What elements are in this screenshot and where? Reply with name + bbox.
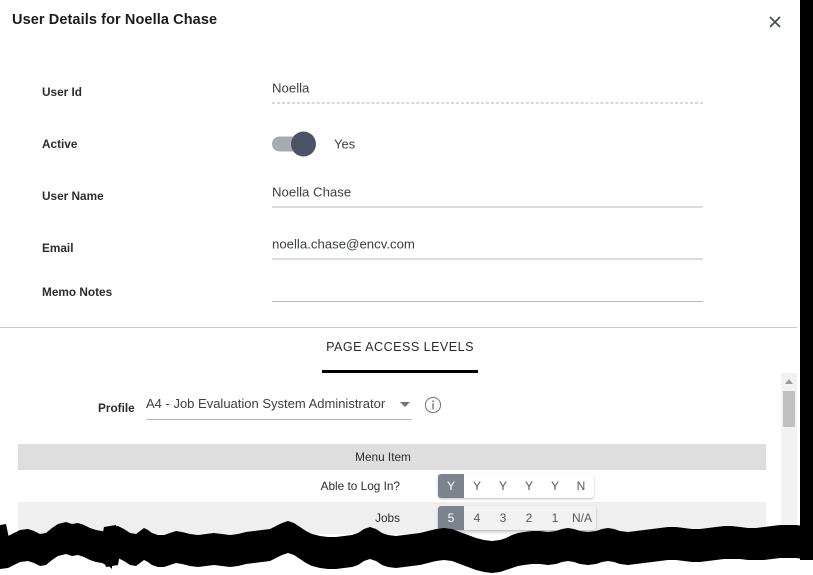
segment-option[interactable]: 3 [490,506,516,530]
tab-bar: PAGE ACCESS LEVELS [322,338,478,366]
segment-option[interactable]: 1 [542,506,568,530]
form-row-active: Active Yes [0,118,800,170]
memo-notes-value [272,282,703,302]
scroll-up-arrow-icon[interactable] [785,379,793,384]
segment-option[interactable]: Y [516,474,542,498]
segment-option[interactable]: N [568,474,594,498]
segment-option[interactable]: Y [464,474,490,498]
user-name-field[interactable]: Noella Chase [272,185,703,208]
active-toggle-wrap: Yes [272,131,356,157]
segment-option[interactable]: Y [438,474,464,498]
info-icon[interactable] [424,396,442,414]
segment-option[interactable]: N/A [568,506,597,530]
segment-option[interactable]: 4 [464,506,490,530]
segment-option[interactable]: Y [490,474,516,498]
vertical-scrollbar[interactable] [781,373,797,548]
profile-selected-value: A4 - Job Evaluation System Administrator [146,396,386,411]
user-details-dialog: User Details for Noella Chase User Id No… [0,0,813,575]
user-details-form: User Id Noella Active Yes User Name Noel… [0,55,800,327]
close-icon[interactable] [765,12,785,32]
segment-option[interactable]: 2 [516,506,542,530]
scrollbar-thumb[interactable] [783,391,795,427]
form-row-user-name: User Name Noella Chase [0,170,800,222]
profile-row: Profile A4 - Job Evaluation System Admin… [0,395,800,425]
memo-notes-field[interactable] [272,282,703,302]
profile-label: Profile [98,401,135,415]
chevron-down-icon [400,402,410,407]
profile-select[interactable]: A4 - Job Evaluation System Administrator [146,395,412,420]
user-id-field[interactable]: Noella [272,81,703,104]
segment-option[interactable]: 5 [438,506,464,530]
tab-page-access-levels[interactable]: PAGE ACCESS LEVELS [326,340,474,366]
user-name-label: User Name [42,189,104,203]
button-group-jobs: 5 4 3 2 1 N/A [438,506,597,530]
email-value: noella.chase@encv.com [272,237,703,260]
toggle-knob [291,131,316,157]
active-label: Active [42,137,78,151]
table-row: Jobs 5 4 3 2 1 N/A [18,502,766,534]
memo-notes-label: Memo Notes [42,285,113,299]
row-label-jobs: Jobs [375,511,400,525]
section-divider [0,327,800,328]
user-name-value: Noella Chase [272,185,703,208]
table-header-menu-item: Menu Item [355,450,411,464]
email-label: Email [42,241,74,255]
active-toggle[interactable] [272,131,316,157]
user-id-value: Noella [272,81,703,104]
table-header-row: Menu Item [18,444,766,470]
table-row: Able to Log In? Y Y Y Y Y N [18,470,766,502]
email-field[interactable]: noella.chase@encv.com [272,237,703,260]
page-title: User Details for Noella Chase [12,12,218,28]
segment-option[interactable]: Y [542,474,568,498]
tab-active-indicator [322,370,478,373]
form-row-memo-notes: Memo Notes [0,266,800,318]
window-right-border [800,0,813,560]
button-group-able-to-log-in: Y Y Y Y Y N [438,474,594,498]
form-row-user-id: User Id Noella [0,66,800,118]
row-label-able-to-log-in: Able to Log In? [320,479,400,493]
user-id-label: User Id [42,85,82,99]
page-access-table: Menu Item Able to Log In? Y Y Y Y Y N Jo… [18,444,766,534]
active-toggle-value: Yes [334,136,356,152]
